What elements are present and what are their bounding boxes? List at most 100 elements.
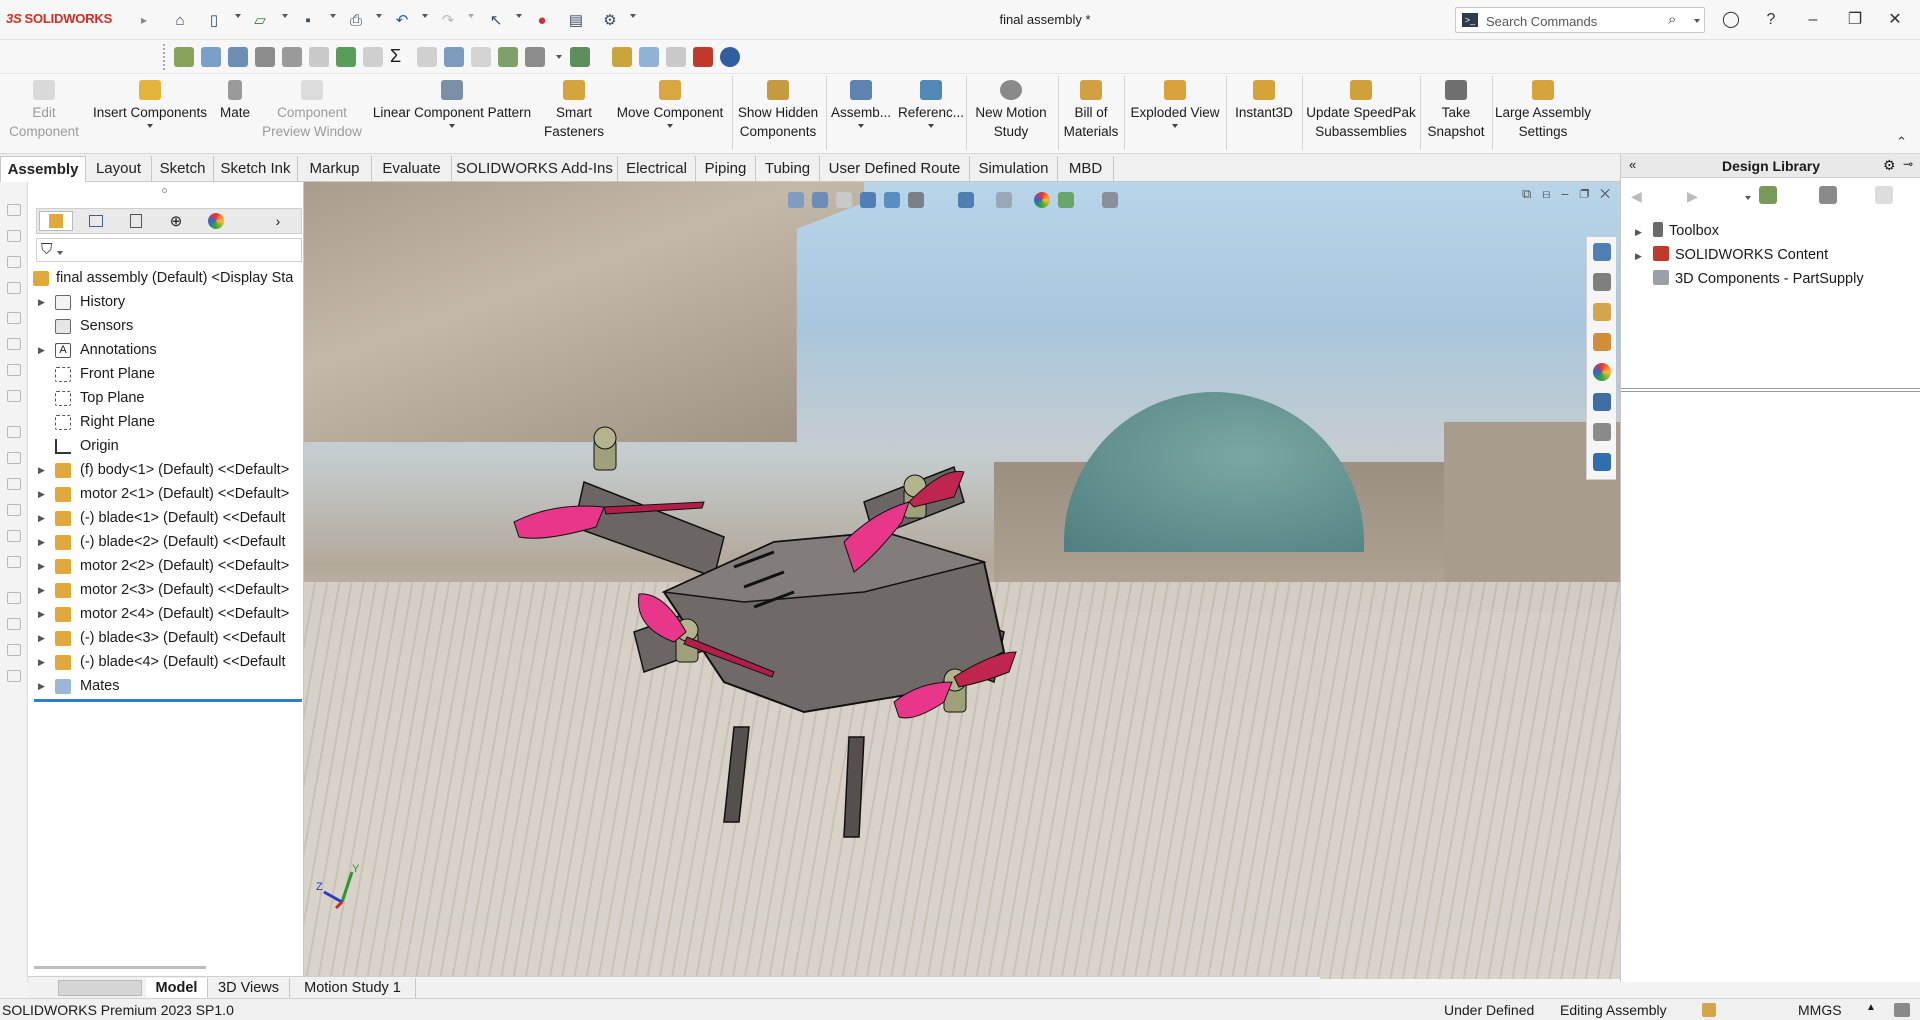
open-icon[interactable]: ▱ [250, 10, 270, 30]
search-icon[interactable]: ⌕ [1668, 11, 1676, 28]
filter-dropdown-icon[interactable] [57, 251, 63, 255]
tree-item-front-plane[interactable]: Front Plane [28, 362, 300, 386]
configuration-manager-tab[interactable] [119, 211, 153, 231]
reference-geometry-button[interactable]: Referenc... [896, 78, 966, 128]
tree-item-top-plane[interactable]: Top Plane [28, 386, 300, 410]
save-dropdown-icon[interactable] [330, 14, 336, 18]
tab-sketch[interactable]: Sketch [152, 156, 214, 182]
view-settings-icon[interactable] [1102, 192, 1118, 208]
user-account-icon[interactable]: ◯ [1718, 8, 1744, 32]
tab-tubing[interactable]: Tubing [756, 156, 820, 182]
tree-item-right-plane[interactable]: Right Plane [28, 410, 300, 434]
tab-markup[interactable]: Markup [298, 156, 372, 182]
strip-tool-icon[interactable] [7, 452, 21, 464]
tree-item-sensors[interactable]: Sensors [28, 314, 300, 338]
relations-icon[interactable] [255, 47, 275, 67]
tab-user-defined-route[interactable]: User Defined Route [820, 156, 970, 182]
file-properties-icon[interactable]: ▤ [566, 10, 586, 30]
tab-scroll-arrows[interactable] [58, 980, 142, 996]
viewport-minimize-icon[interactable]: – [1561, 186, 1568, 201]
tab-assembly[interactable]: Assembly [0, 156, 86, 182]
restore-icon[interactable]: ❐ [1842, 8, 1868, 32]
featuremanager-tree-tab[interactable] [39, 211, 73, 231]
options-dropdown-icon[interactable] [630, 14, 636, 18]
expand-arrow-icon[interactable]: ▶ [38, 290, 45, 314]
task-scheduler-icon[interactable] [666, 47, 686, 67]
zoom-to-area-icon[interactable] [812, 192, 828, 208]
close-icon[interactable]: ✕ [1882, 8, 1908, 32]
strip-tool-icon[interactable] [7, 230, 21, 242]
tab-model[interactable]: Model [146, 978, 208, 998]
smart-fasteners-button[interactable]: Smart Fasteners [540, 78, 608, 141]
move-component-button[interactable]: Move Component [610, 78, 730, 128]
print-icon[interactable]: ⎙ [346, 10, 366, 30]
tree-item-blade-1[interactable]: ▶ (-) blade<1> (Default) <<Default [28, 506, 300, 530]
insert-components-button[interactable]: Insert Components [88, 78, 212, 128]
expand-arrow-icon[interactable]: ▶ [38, 674, 45, 698]
units-arrow-icon[interactable]: ▲ [1866, 1002, 1876, 1013]
forum-tab-icon[interactable] [1593, 423, 1611, 441]
expand-arrow-icon[interactable]: ▶ [38, 338, 45, 362]
drone-model[interactable] [304, 182, 1620, 979]
library-item-toolbox[interactable]: ▶ Toolbox [1635, 220, 1719, 242]
tree-item-history[interactable]: ▶ History [28, 290, 300, 314]
appearances-tab-icon[interactable] [1593, 363, 1611, 381]
mate-button[interactable]: Mate [212, 78, 258, 122]
hide-show-items-icon[interactable] [996, 192, 1012, 208]
strip-tool-icon[interactable] [7, 644, 21, 656]
check-icon[interactable] [336, 47, 356, 67]
display-style-icon[interactable] [958, 192, 974, 208]
expand-arrow-icon[interactable]: ▶ [38, 578, 45, 602]
strip-tool-icon[interactable] [7, 204, 21, 216]
smart-dimension-icon[interactable] [228, 47, 248, 67]
previous-view-icon[interactable] [836, 192, 852, 208]
sketch-icon[interactable] [471, 47, 491, 67]
strip-tool-icon[interactable] [7, 282, 21, 294]
add-to-library-icon[interactable] [1759, 186, 1777, 204]
panel-grip[interactable] [162, 188, 167, 193]
forward-icon[interactable]: ▶ [1687, 188, 1698, 205]
interference-icon[interactable] [417, 47, 437, 67]
spell-check-icon[interactable] [174, 47, 194, 67]
undo-icon[interactable]: ↶ [392, 10, 412, 30]
section-view-icon[interactable] [444, 47, 464, 67]
expand-arrow-icon[interactable]: ▶ [1635, 221, 1649, 243]
minimize-icon[interactable]: – [1800, 8, 1826, 32]
file-explorer-tab-icon[interactable] [1593, 303, 1611, 321]
expand-arrow-icon[interactable]: ▶ [38, 602, 45, 626]
new-dropdown-icon[interactable] [235, 14, 241, 18]
home-icon[interactable]: ⌂ [170, 10, 190, 30]
tab-electrical[interactable]: Electrical [618, 156, 696, 182]
solidworks-logo[interactable]: 3S SOLIDWORKS [6, 11, 112, 26]
help-icon[interactable]: ? [1758, 8, 1784, 32]
select-icon[interactable]: ↖ [486, 10, 506, 30]
edit-appearance-icon[interactable] [1034, 192, 1050, 208]
tab-mbd[interactable]: MBD [1058, 156, 1114, 182]
library-item-solidworks-content[interactable]: ▶ SOLIDWORKS Content [1635, 244, 1828, 266]
tree-item-motor-2-2[interactable]: ▶ motor 2<2> (Default) <<Default> [28, 554, 300, 578]
strip-tool-icon[interactable] [7, 556, 21, 568]
print-dropdown-icon[interactable] [376, 14, 382, 18]
tree-item-annotations[interactable]: ▶ A Annotations [28, 338, 300, 362]
tree-item-blade-3[interactable]: ▶ (-) blade<3> (Default) <<Default [28, 626, 300, 650]
add-file-location-icon[interactable] [1819, 186, 1837, 204]
update-speedpak-button[interactable]: Update SpeedPak Subassemblies [1304, 78, 1418, 141]
strip-tool-icon[interactable] [7, 390, 21, 402]
linear-component-pattern-button[interactable]: Linear Component Pattern [366, 78, 538, 128]
measure-icon[interactable] [282, 47, 302, 67]
expand-arrow-icon[interactable]: ▶ [38, 458, 45, 482]
tab-evaluate[interactable]: Evaluate [372, 156, 452, 182]
expand-arrow-icon[interactable]: ▶ [1635, 245, 1649, 267]
expand-arrow-icon[interactable]: ▶ [38, 554, 45, 578]
strip-tool-icon[interactable] [7, 364, 21, 376]
tab-layout[interactable]: Layout [86, 156, 152, 182]
horizontal-scrollbar[interactable] [34, 966, 206, 969]
options-gear-icon[interactable]: ⚙ [600, 10, 620, 30]
back-icon[interactable]: ◀ [1631, 188, 1642, 205]
search-dropdown-icon[interactable] [1694, 19, 1700, 23]
tab-solidworks-add-ins[interactable]: SOLIDWORKS Add-Ins [452, 156, 618, 182]
display-manager-tab[interactable] [199, 211, 233, 231]
component-preview-window-button[interactable]: Component Preview Window [262, 78, 362, 141]
strip-tool-icon[interactable] [7, 312, 21, 324]
new-motion-study-button[interactable]: New Motion Study [968, 78, 1054, 141]
